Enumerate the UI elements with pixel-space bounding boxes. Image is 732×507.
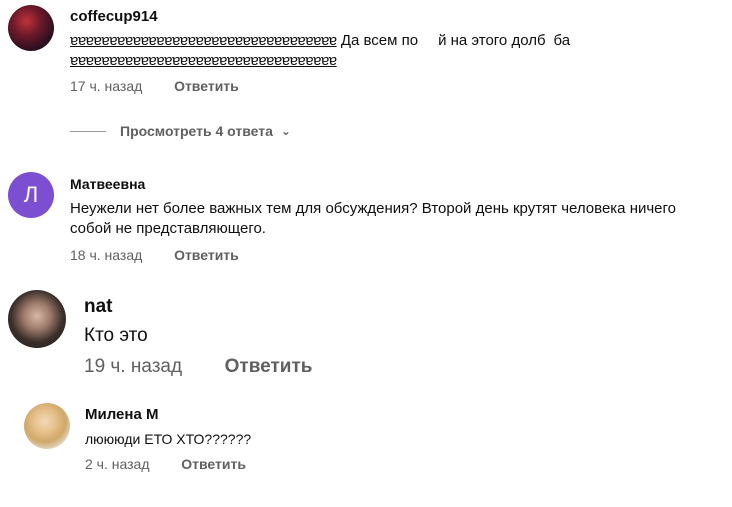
comment-author[interactable]: Матвеевна — [70, 176, 145, 192]
reply-button[interactable]: Ответить — [225, 356, 313, 377]
chevron-down-icon: ⌄ — [280, 124, 291, 138]
avatar-letter: Л — [23, 182, 39, 207]
view-replies-label: Просмотреть 4 ответа — [120, 123, 273, 139]
comment-text-part: Да всем по — [340, 32, 419, 49]
avatar[interactable] — [8, 290, 66, 348]
comment-author[interactable]: Милена М — [85, 406, 158, 423]
comment-author[interactable]: nat — [84, 296, 113, 318]
comment-meta: 2 ч. назад Ответить — [85, 456, 246, 472]
avatar[interactable] — [8, 5, 54, 51]
comment-time: 17 ч. назад — [70, 78, 143, 94]
comment-text-part: й на этого долб — [438, 32, 546, 49]
comment-author[interactable]: coffecup914 — [70, 8, 158, 25]
comment-time: 2 ч. назад — [85, 456, 150, 472]
view-replies-button[interactable]: Просмотреть 4 ответа ⌄ — [70, 123, 291, 139]
comment-text: Кто это — [84, 325, 148, 346]
comment-time: 18 ч. назад — [70, 247, 143, 263]
reply-button[interactable]: Ответить — [181, 456, 246, 472]
comment-text: люююди ЕТО ХТО?????? — [85, 431, 252, 447]
comment-meta: 17 ч. назад Ответить — [70, 78, 239, 94]
comment-meta: 18 ч. назад Ответить — [70, 247, 239, 263]
avatar[interactable]: Л — [8, 172, 54, 218]
garbled-text: ɐɐɐɐɐɐɐɐɐɐɐɐɐɐɐɐɐɐɐɐɐɐɐɐɐɐɐɐɐɐɐɐɐɐ — [70, 32, 337, 49]
divider — [70, 130, 106, 132]
comment-time: 19 ч. назад — [84, 356, 183, 377]
comment-text: ɐɐɐɐɐɐɐɐɐɐɐɐɐɐɐɐɐɐɐɐɐɐɐɐɐɐɐɐɐɐɐɐɐɐ Да вс… — [70, 31, 670, 71]
comment-meta: 19 ч. назад Ответить — [84, 356, 312, 378]
reply-button[interactable]: Ответить — [174, 247, 239, 263]
avatar[interactable] — [24, 403, 70, 449]
comment-text: Неужели нет более важных тем для обсужде… — [70, 200, 676, 237]
garbled-text: ɐɐɐɐɐɐɐɐɐɐɐɐɐɐɐɐɐɐɐɐɐɐɐɐɐɐɐɐɐɐɐɐɐɐ — [70, 51, 337, 69]
reply-button[interactable]: Ответить — [174, 78, 239, 94]
comment-text-part: ба — [553, 32, 571, 49]
